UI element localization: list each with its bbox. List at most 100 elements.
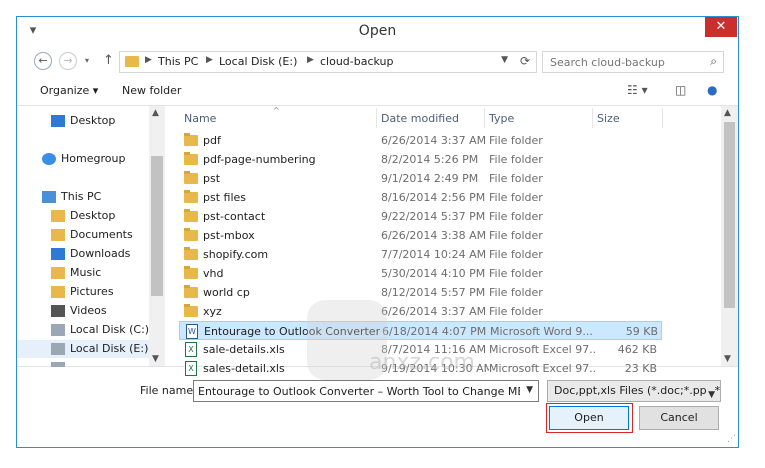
file-list-scrollbar[interactable]: ▲ ▼ — [721, 106, 738, 366]
search-icon[interactable]: ⌕ — [710, 54, 717, 69]
column-header-size[interactable]: Size — [597, 112, 620, 125]
navigation-pane: Desktop Homegroup This PC Desktop Docume… — [17, 106, 167, 367]
file-type-select[interactable]: Doc,ppt,xls Files (*.doc;*.ppt;*.x ▼ — [547, 380, 721, 402]
file-row[interactable]: pst files 8/16/2014 2:56 PM File folder — [179, 188, 662, 207]
file-date: 6/18/2014 4:07 PM — [382, 325, 487, 338]
new-folder-button[interactable]: New folder — [122, 84, 181, 97]
sidebar-item-label: This PC — [61, 190, 102, 203]
folder-icon — [184, 285, 198, 298]
file-size: 59 KB — [625, 325, 658, 338]
recent-locations-button[interactable]: ▾ — [85, 56, 89, 65]
column-header-date[interactable]: Date modified — [381, 112, 459, 125]
help-icon[interactable]: ● — [707, 83, 717, 97]
column-header-name[interactable]: Name — [184, 112, 216, 125]
sidebar-item-label: Downloads — [70, 247, 131, 260]
sidebar-item-desktop-folder[interactable]: Desktop — [17, 207, 165, 225]
file-row[interactable]: pst-mbox 6/26/2014 3:38 AM File folder — [179, 226, 662, 245]
up-button[interactable]: ↑ — [103, 53, 114, 68]
file-row[interactable]: xyz 6/26/2014 3:37 AM File folder — [179, 302, 662, 321]
file-name: pst — [203, 172, 221, 185]
sidebar-item-downloads[interactable]: Downloads — [17, 245, 165, 263]
scroll-down-icon[interactable]: ▼ — [724, 354, 731, 364]
file-type: File folder — [489, 286, 543, 299]
downloads-icon — [51, 248, 65, 260]
file-type: Microsoft Excel 97... — [489, 362, 597, 375]
column-divider[interactable] — [376, 108, 377, 128]
content-area: Desktop Homegroup This PC Desktop Docume… — [17, 105, 738, 380]
file-name: vhd — [203, 267, 224, 280]
refresh-icon[interactable]: ⟳ — [520, 54, 530, 68]
address-dropdown-icon[interactable]: ▼ — [501, 55, 508, 65]
sidebar-item-label: Videos — [70, 304, 107, 317]
file-date: 6/26/2014 3:38 AM — [381, 229, 487, 242]
chevron-down-icon[interactable]: ▼ — [706, 385, 715, 401]
column-header-type[interactable]: Type — [489, 112, 514, 125]
file-type: Microsoft Excel 97... — [489, 343, 597, 356]
search-input[interactable] — [543, 52, 693, 72]
chevron-down-icon[interactable]: ▼ — [526, 385, 533, 395]
file-name: pst files — [203, 191, 247, 204]
file-type: File folder — [489, 248, 543, 261]
file-row[interactable]: shopify.com 7/7/2014 10:24 AM File folder — [179, 245, 662, 264]
forward-button[interactable]: → — [59, 52, 77, 70]
file-row[interactable]: world cp 8/12/2014 5:57 PM File folder — [179, 283, 662, 302]
drive-icon — [51, 362, 65, 367]
sidebar-item-local-disk-e[interactable]: Local Disk (E:) — [17, 340, 165, 358]
sidebar-item-music[interactable]: Music — [17, 264, 165, 282]
file-date: 6/26/2014 3:37 AM — [381, 305, 487, 318]
sidebar-item-local-disk-c[interactable]: Local Disk (C:) — [17, 321, 165, 339]
file-type: File folder — [489, 172, 543, 185]
address-bar[interactable]: ▶ This PC ▶ Local Disk (E:) ▶ cloud-back… — [119, 51, 537, 73]
sidebar-item-videos[interactable]: Videos — [17, 302, 165, 320]
scroll-up-icon[interactable]: ▲ — [724, 108, 731, 118]
resize-grip-icon[interactable]: ⋰ — [727, 434, 736, 444]
file-date: 7/7/2014 10:24 AM — [381, 248, 487, 261]
sidebar-item-homegroup[interactable]: Homegroup — [17, 150, 165, 168]
column-divider[interactable] — [592, 108, 593, 128]
sidebar-item-local-disk-f[interactable] — [17, 359, 165, 367]
file-date: 8/12/2014 5:57 PM — [381, 286, 486, 299]
close-button[interactable]: ✕ — [705, 17, 737, 37]
view-options-icon[interactable]: ☷ ▾ — [627, 83, 648, 97]
file-row[interactable]: W Entourage to Outlook Converter ... 6/18/… — [179, 321, 662, 340]
breadcrumb-local-disk-e[interactable]: Local Disk (E:) — [219, 55, 297, 68]
sidebar-item-this-pc[interactable]: This PC — [17, 188, 165, 206]
scrollbar-thumb[interactable] — [151, 156, 163, 296]
file-size: 23 KB — [624, 362, 657, 375]
sidebar-item-label: Local Disk (E:) — [70, 342, 149, 355]
excel-document-icon: X — [185, 342, 197, 357]
sidebar-item-documents[interactable]: Documents — [17, 226, 165, 244]
breadcrumb-this-pc[interactable]: This PC — [158, 55, 198, 68]
search-box[interactable]: ⌕ — [542, 51, 724, 73]
file-row[interactable]: pdf 6/26/2014 3:37 AM File folder — [179, 131, 662, 150]
videos-icon — [51, 305, 65, 317]
scroll-down-icon[interactable]: ▼ — [152, 354, 159, 364]
documents-icon — [51, 229, 65, 241]
scrollbar-thumb[interactable] — [724, 122, 735, 308]
chevron-right-icon: ▶ — [206, 55, 213, 65]
open-button[interactable]: Open — [549, 406, 629, 430]
folder-icon — [184, 266, 198, 279]
file-date: 6/26/2014 3:37 AM — [381, 134, 487, 147]
file-row[interactable]: vhd 5/30/2014 4:10 PM File folder — [179, 264, 662, 283]
sidebar-item-pictures[interactable]: Pictures — [17, 283, 165, 301]
organize-button[interactable]: Organize ▾ — [40, 84, 98, 97]
file-name-input[interactable] — [194, 381, 520, 401]
chevron-right-icon: ▶ — [145, 55, 152, 65]
cancel-button[interactable]: Cancel — [639, 406, 719, 430]
file-row[interactable]: pst-contact 9/22/2014 5:37 PM File folder — [179, 207, 662, 226]
folder-icon — [184, 247, 198, 260]
navigation-scrollbar[interactable]: ▲ ▼ — [149, 106, 165, 366]
column-divider[interactable] — [662, 108, 663, 128]
column-divider[interactable] — [484, 108, 485, 128]
file-name-combobox[interactable]: ▼ — [193, 380, 539, 402]
file-row[interactable]: pst 9/1/2014 2:49 PM File folder — [179, 169, 662, 188]
breadcrumb-cloud-backup[interactable]: cloud-backup — [320, 55, 394, 68]
sidebar-item-desktop[interactable]: Desktop — [17, 112, 165, 130]
scroll-up-icon[interactable]: ▲ — [152, 108, 159, 118]
folder-icon — [184, 304, 198, 317]
preview-pane-icon[interactable]: ◫ — [675, 83, 686, 97]
back-button[interactable]: ← — [34, 52, 52, 70]
file-size: 462 KB — [617, 343, 657, 356]
file-row[interactable]: pdf-page-numbering 8/2/2014 5:26 PM File f… — [179, 150, 662, 169]
